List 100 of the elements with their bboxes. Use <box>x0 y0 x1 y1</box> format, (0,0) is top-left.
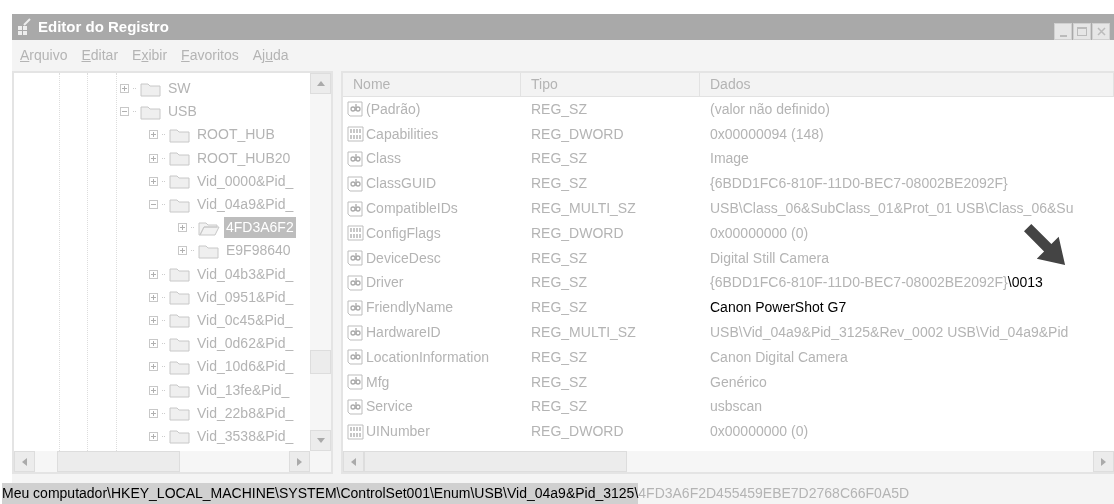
scroll-thumb[interactable] <box>57 451 180 472</box>
tree-item[interactable]: 4FD3A6F2 <box>224 217 296 239</box>
tree-item[interactable]: Vid_04b3&Pid_ <box>195 263 296 285</box>
down-arrow-icon <box>316 438 325 443</box>
column-header[interactable]: Tipo <box>521 73 700 96</box>
value-name[interactable]: Mfg <box>366 371 390 393</box>
tree-item[interactable]: ROOT_HUB <box>195 124 277 146</box>
value-name[interactable]: Class <box>366 148 401 170</box>
status-path: 4FD3A6F2D455459EBE7D2768C66F0A5D <box>638 483 910 503</box>
value-name[interactable]: Capabilities <box>366 123 439 145</box>
value-name[interactable]: FriendlyName <box>366 297 454 319</box>
folder-icon <box>140 103 162 120</box>
tree-item[interactable]: Vid_0000&Pid_ <box>195 170 296 192</box>
scroll-left-button[interactable] <box>343 451 364 472</box>
value-name[interactable]: ConfigFlags <box>366 222 441 244</box>
horizontal-scrollbar[interactable] <box>14 451 331 472</box>
expand-icon[interactable] <box>149 431 158 441</box>
value-data: Canon Digital Camera <box>710 347 848 367</box>
registry-icon <box>16 18 34 36</box>
string-value-icon <box>347 374 365 391</box>
value-type: REG_MULTI_SZ <box>531 324 636 341</box>
string-value-icon <box>347 299 365 316</box>
value-name[interactable]: DeviceDesc <box>366 247 441 269</box>
folder-icon <box>169 173 191 190</box>
scroll-thumb[interactable] <box>310 350 331 374</box>
vertical-scrollbar[interactable] <box>310 73 331 451</box>
pointer-arrow <box>1024 224 1066 266</box>
tree-item[interactable]: Vid_3538&Pid_ <box>195 425 296 447</box>
expand-icon[interactable] <box>149 362 158 372</box>
column-header[interactable]: Dados <box>700 73 1114 96</box>
value-name[interactable]: Service <box>366 396 413 418</box>
collapse-icon[interactable] <box>120 107 129 117</box>
expand-icon[interactable] <box>178 223 187 233</box>
value-name[interactable]: CompatibleIDs <box>366 198 458 220</box>
expand-icon[interactable] <box>178 246 187 256</box>
scroll-right-button[interactable] <box>1093 451 1114 472</box>
value-type: REG_SZ <box>531 150 587 167</box>
value-name[interactable]: LocationInformation <box>366 346 489 368</box>
tree-item[interactable]: Vid_0951&Pid_ <box>195 286 296 308</box>
tree-item[interactable]: SW <box>166 78 193 100</box>
minimize-button[interactable] <box>1054 22 1072 40</box>
menu-item[interactable]: Editar <box>81 45 119 66</box>
tree-item[interactable]: Vid_13fe&Pid_ <box>195 379 292 401</box>
tree-item[interactable]: E9F98640 <box>224 240 293 262</box>
expand-icon[interactable] <box>149 130 158 140</box>
collapse-icon[interactable] <box>149 200 158 210</box>
expand-icon[interactable] <box>149 269 158 279</box>
folder-icon <box>198 242 220 259</box>
value-type: REG_SZ <box>531 249 587 266</box>
expand-icon[interactable] <box>120 84 129 94</box>
menu-item[interactable]: Ajuda <box>252 45 289 66</box>
value-name[interactable]: HardwareID <box>366 322 441 344</box>
expand-icon[interactable] <box>149 153 158 163</box>
tree-item[interactable]: Vid_0c45&Pid_ <box>195 309 295 331</box>
right-arrow-icon <box>1101 457 1106 466</box>
folder-icon <box>169 312 191 329</box>
folder-icon <box>169 335 191 352</box>
value-name[interactable]: UINumber <box>366 421 430 443</box>
value-data: {6BDD1FC6-810F-11D0-BEC7-08002BE2092F} <box>710 174 1008 194</box>
string-value-icon <box>347 101 365 118</box>
string-value-icon <box>347 349 365 366</box>
value-type: REG_DWORD <box>531 125 624 142</box>
tree-item[interactable]: ROOT_HUB20 <box>195 147 293 169</box>
tree-item[interactable]: USB <box>166 101 199 123</box>
tree-item[interactable]: Vid_04a9&Pid_ <box>195 194 296 216</box>
value-data: Digital Still Camera <box>710 248 830 268</box>
expand-icon[interactable] <box>149 385 158 395</box>
folder-icon <box>169 266 191 283</box>
expand-icon[interactable] <box>149 315 158 325</box>
scroll-thumb[interactable] <box>364 451 627 472</box>
menu-item[interactable]: Arquivo <box>20 45 68 66</box>
menu-item[interactable]: Favoritos <box>181 45 239 66</box>
value-name[interactable]: ClassGUID <box>366 173 436 195</box>
tree-item[interactable]: Vid_10d6&Pid_ <box>195 356 296 378</box>
column-header[interactable]: Nome <box>343 73 521 96</box>
expand-icon[interactable] <box>149 408 158 418</box>
value-data: (valor não definido) <box>710 99 830 119</box>
scroll-down-button[interactable] <box>310 430 331 451</box>
expand-icon[interactable] <box>149 339 158 349</box>
value-name[interactable]: (Padrão) <box>366 98 421 120</box>
value-name[interactable]: Driver <box>366 272 404 294</box>
string-value-icon <box>347 175 365 192</box>
folder-icon <box>169 289 191 306</box>
value-data: Image <box>710 149 749 169</box>
scroll-up-button[interactable] <box>310 73 331 94</box>
tree-item[interactable]: Vid_0d62&Pid_ <box>195 333 296 355</box>
expand-icon[interactable] <box>149 292 158 302</box>
tree-item[interactable]: Vid_22b8&Pid_ <box>195 402 296 424</box>
menu-item[interactable]: Exibir <box>132 45 168 66</box>
value-data: USB\Class_06&SubClass_01&Prot_01 USB\Class_06&Su <box>710 199 1074 219</box>
left-arrow-icon <box>351 457 356 466</box>
value-type: REG_SZ <box>531 398 587 415</box>
scroll-left-button[interactable] <box>14 451 35 472</box>
maximize-button[interactable] <box>1073 22 1091 40</box>
horizontal-scrollbar[interactable] <box>343 451 1114 472</box>
expand-icon[interactable] <box>149 176 158 186</box>
folder-icon <box>169 405 191 422</box>
close-button[interactable] <box>1092 22 1110 40</box>
string-value-icon <box>347 250 365 267</box>
scroll-right-button[interactable] <box>289 451 310 472</box>
